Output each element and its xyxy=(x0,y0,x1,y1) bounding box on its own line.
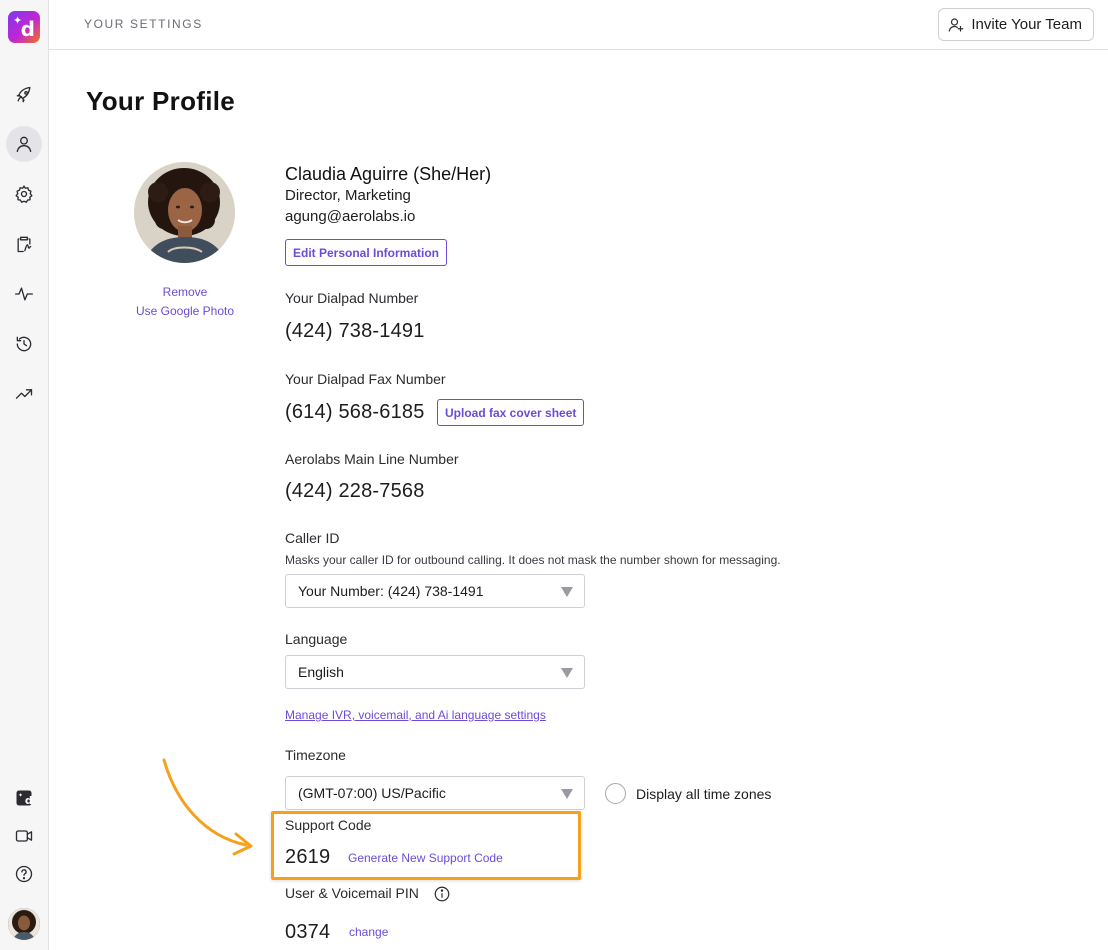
timezone-select[interactable]: (GMT-07:00) US/Pacific xyxy=(285,776,585,810)
gear-icon[interactable] xyxy=(6,176,42,212)
dialpad-number-label: Your Dialpad Number xyxy=(285,290,419,306)
caller-id-select[interactable]: Your Number: (424) 738-1491 xyxy=(285,574,585,608)
invite-team-label: Invite Your Team xyxy=(971,16,1082,33)
caller-id-selected: Your Number: (424) 738-1491 xyxy=(298,583,484,599)
change-pin-link[interactable]: change xyxy=(349,925,388,939)
pin-label: User & Voicemail PIN xyxy=(285,885,419,901)
add-person-icon xyxy=(947,16,965,34)
main-line-value: (424) 228-7568 xyxy=(285,480,425,502)
timezone-selected: (GMT-07:00) US/Pacific xyxy=(298,785,446,801)
history-icon[interactable] xyxy=(6,326,42,362)
help-icon[interactable] xyxy=(6,856,42,892)
display-all-timezones-radio[interactable] xyxy=(605,783,626,804)
caret-down-icon xyxy=(561,789,573,799)
svg-text:d: d xyxy=(25,794,33,807)
display-all-timezones-label: Display all time zones xyxy=(636,786,772,802)
profile-role: Director, Marketing xyxy=(285,187,411,204)
breadcrumb: YOUR SETTINGS xyxy=(84,17,203,31)
caret-down-icon xyxy=(561,587,573,597)
user-avatar[interactable] xyxy=(8,908,40,940)
dialpad-number-value: (424) 738-1491 xyxy=(285,320,425,342)
svg-text:✦: ✦ xyxy=(18,792,23,799)
annotation-arrow-icon xyxy=(162,758,253,856)
language-selected: English xyxy=(298,664,344,680)
activity-icon[interactable] xyxy=(6,276,42,312)
profile-name: Claudia Aguirre (She/Her) xyxy=(285,164,492,184)
person-icon[interactable] xyxy=(6,126,42,162)
info-icon[interactable] xyxy=(433,885,451,903)
video-icon[interactable] xyxy=(6,818,42,854)
trending-icon[interactable] xyxy=(6,376,42,412)
clipboard-icon[interactable] xyxy=(6,226,42,262)
main-line-label: Aerolabs Main Line Number xyxy=(285,451,459,467)
remove-photo-link[interactable]: Remove xyxy=(115,285,255,299)
invite-team-button[interactable]: Invite Your Team xyxy=(938,8,1094,41)
language-label: Language xyxy=(285,631,348,647)
page-title: Your Profile xyxy=(86,86,236,116)
pin-value: 0374 xyxy=(285,921,331,943)
profile-photo xyxy=(134,162,235,263)
logo-d-glyph: d xyxy=(20,17,35,41)
caller-id-helper: Masks your caller ID for outbound callin… xyxy=(285,553,781,567)
language-select[interactable]: English xyxy=(285,655,585,689)
fax-number-value: (614) 568-6185 xyxy=(285,401,425,423)
profile-email: agung@aerolabs.io xyxy=(285,208,416,225)
use-google-photo-link[interactable]: Use Google Photo xyxy=(115,304,255,318)
manage-language-settings-link[interactable]: Manage IVR, voicemail, and Ai language s… xyxy=(285,708,546,722)
edit-personal-information-button[interactable]: Edit Personal Information xyxy=(285,239,448,266)
left-nav-rail: ✦ d d ✦ xyxy=(0,0,49,950)
top-header: YOUR SETTINGS Invite Your Team xyxy=(49,0,1108,50)
timezone-label: Timezone xyxy=(285,747,346,763)
upload-fax-cover-sheet-button[interactable]: Upload fax cover sheet xyxy=(437,399,585,426)
rocket-icon[interactable] xyxy=(6,77,42,113)
caller-id-label: Caller ID xyxy=(285,530,340,546)
fax-number-label: Your Dialpad Fax Number xyxy=(285,371,446,387)
caret-down-icon xyxy=(561,668,573,678)
support-code-highlight xyxy=(271,811,581,880)
dialpad-logo[interactable]: ✦ d xyxy=(8,11,40,43)
dialpad-ai-icon[interactable]: d ✦ xyxy=(6,780,42,816)
